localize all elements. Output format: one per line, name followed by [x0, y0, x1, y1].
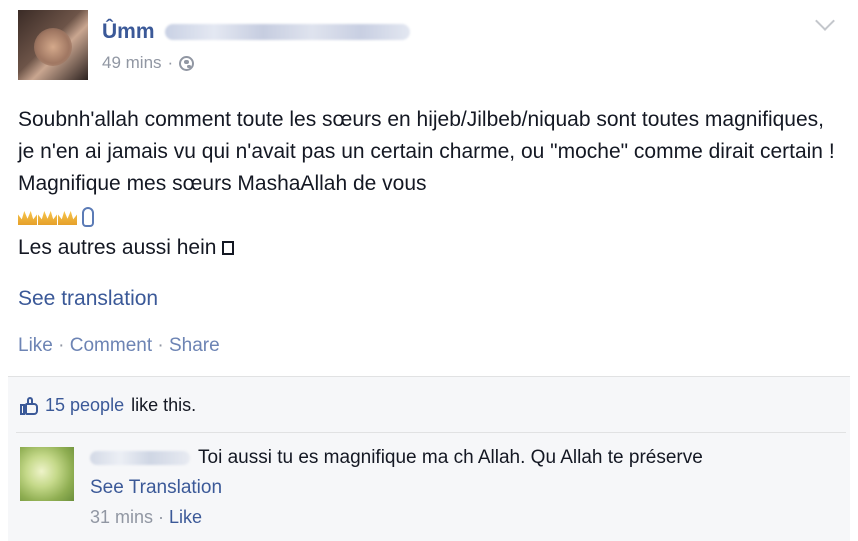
like-link[interactable]: Like [18, 335, 53, 356]
facebook-post: Ûmm 49 mins · Soubnh'allah comment toute… [0, 0, 858, 541]
author-name[interactable]: Ûmm [102, 20, 410, 44]
thumbs-up-icon [20, 396, 38, 415]
likes-summary: 15 people like this. [20, 395, 196, 416]
post-actions: Like · Comment · Share [18, 335, 220, 357]
commenter-avatar[interactable] [20, 447, 74, 501]
post-body-line1: Soubnh'allah comment toute les sœurs en … [18, 108, 835, 195]
crown-icon [18, 211, 37, 225]
see-translation-link[interactable]: See translation [18, 287, 158, 311]
comment-text: Toi aussi tu es magnifique ma ch Allah. … [198, 447, 703, 468]
post-body-line2: Les autres aussi hein [18, 232, 840, 264]
commenter-name-redacted[interactable] [90, 451, 190, 465]
likes-suffix: like this. [131, 395, 197, 415]
crown-icon [38, 211, 57, 225]
meta-separator: · [167, 53, 174, 72]
pointing-hand-icon [82, 207, 94, 227]
crown-icon [58, 211, 77, 225]
comment-see-translation-link[interactable]: See Translation [90, 477, 222, 499]
post-meta: 49 mins · [102, 53, 195, 73]
likes-count-link[interactable]: 15 people [45, 395, 124, 416]
feedback-section: 15 people like this. Toi aussi tu es mag… [8, 376, 850, 541]
post-body-line2-text: Les autres aussi hein [18, 236, 217, 259]
post-body: Soubnh'allah comment toute les sœurs en … [18, 104, 840, 264]
comment-timestamp[interactable]: 31 mins [90, 507, 153, 527]
chevron-down-icon[interactable] [815, 11, 835, 31]
author-name-redacted [164, 24, 410, 41]
divider [16, 432, 846, 433]
post-timestamp[interactable]: 49 mins [102, 53, 162, 73]
globe-icon[interactable] [179, 55, 195, 71]
action-separator: · [52, 335, 70, 356]
author-name-visible[interactable]: Ûmm [102, 20, 155, 43]
emoji-row [18, 200, 840, 232]
missing-glyph-icon [222, 241, 235, 255]
comment-like-link[interactable]: Like [169, 507, 202, 527]
comment-link[interactable]: Comment [70, 335, 152, 356]
comment-meta-separator: · [153, 507, 170, 527]
comment-meta: 31 mins · Like [90, 507, 202, 528]
share-link[interactable]: Share [169, 335, 220, 356]
avatar-face [34, 28, 72, 66]
action-separator: · [152, 335, 169, 356]
author-avatar[interactable] [18, 10, 88, 80]
